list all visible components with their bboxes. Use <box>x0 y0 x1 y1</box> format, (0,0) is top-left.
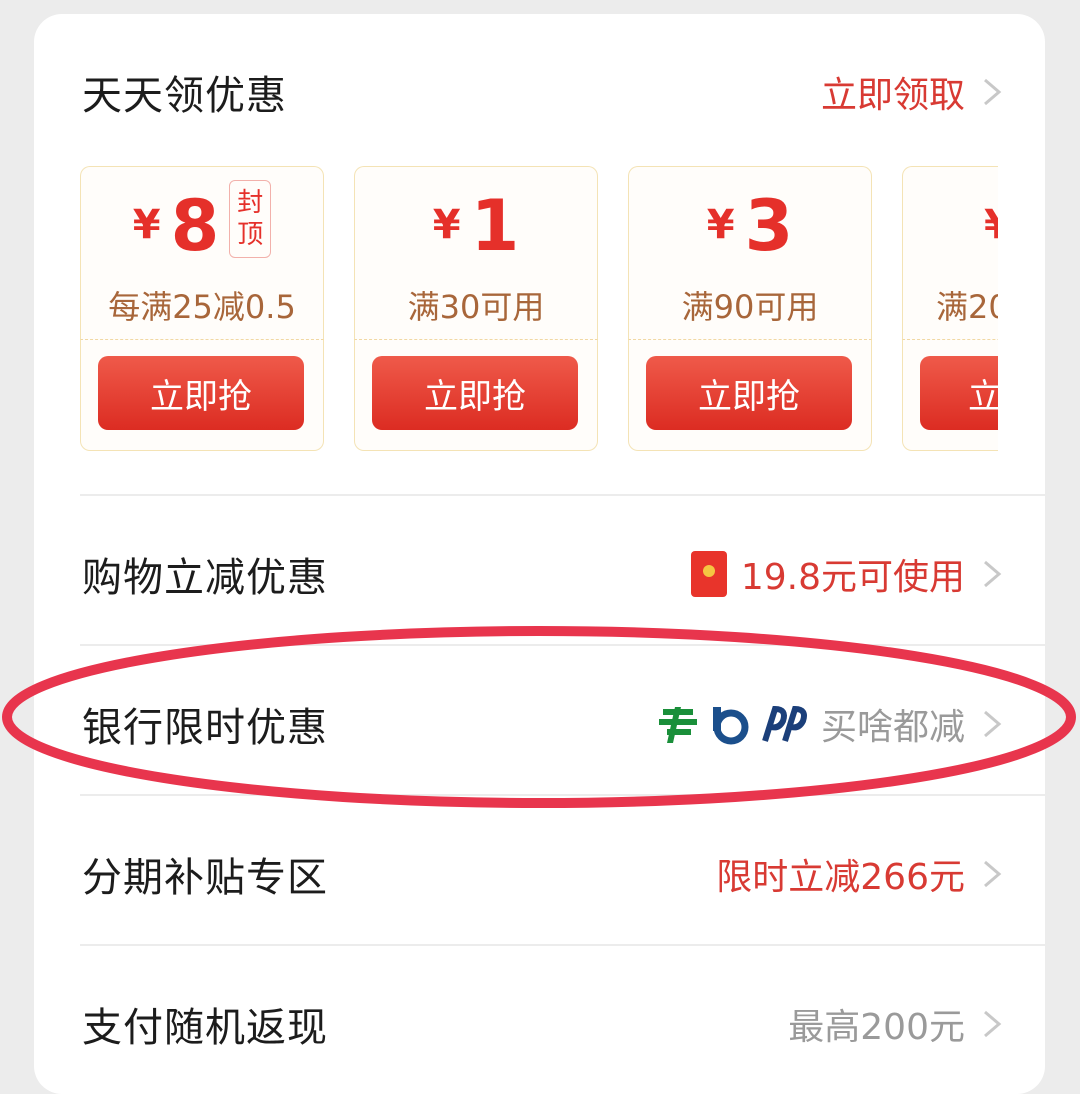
coupon-amount: ¥ 1 <box>432 185 520 267</box>
divider <box>80 644 1045 646</box>
chevron-right-icon <box>979 704 1005 744</box>
bank-of-communications-icon <box>712 707 749 745</box>
daily-offers-title: 天天领优惠 <box>82 73 287 119</box>
cap-badge: 封 顶 <box>229 180 272 258</box>
bank-offer-title: 银行限时优惠 <box>82 705 328 751</box>
payment-cashback-row[interactable]: 支付随机返现 最高200元 <box>82 974 1005 1074</box>
coupon-amount: ¥ 8 封 顶 <box>80 180 324 266</box>
chevron-right-icon <box>979 854 1005 894</box>
grab-coupon-button[interactable]: 立 <box>920 356 998 430</box>
bank-offer-row[interactable]: 银行限时优惠 买啥都减 <box>82 674 1005 774</box>
coupon-carousel[interactable]: ¥ 8 封 顶 每满25减0.5 立即抢 ¥ 1 满30可用 立即抢 ¥ 3 满… <box>80 166 998 452</box>
shopping-discount-value: 19.8元可使用 <box>740 557 965 598</box>
bank-logos <box>657 703 807 745</box>
payment-cashback-value: 最高200元 <box>788 1007 965 1048</box>
payment-cashback-title: 支付随机返现 <box>82 1005 328 1051</box>
divider <box>80 794 1045 796</box>
daily-offers-header[interactable]: 天天领优惠 立即领取 <box>82 52 1005 132</box>
divider <box>80 944 1045 946</box>
coupon-card[interactable]: ¥ 3 满90可用 立即抢 <box>628 166 872 451</box>
divider <box>80 494 1045 496</box>
bank-offer-value: 买啥都减 <box>820 707 965 748</box>
chevron-right-icon <box>979 554 1005 594</box>
coupon-condition: 满20 <box>936 288 998 326</box>
coupon-amount: ¥ 3 <box>706 185 794 267</box>
coupon-condition: 满90可用 <box>681 288 819 326</box>
coupon-condition: 每满25减0.5 <box>108 288 296 326</box>
coupon-amount: ¥ <box>984 202 998 248</box>
coupon-condition: 满30可用 <box>407 288 545 326</box>
chevron-right-icon <box>979 1004 1005 1044</box>
spdb-icon <box>762 705 807 742</box>
coupon-card[interactable]: ¥ 满20 立 <box>902 166 998 451</box>
installment-subsidy-row[interactable]: 分期补贴专区 限时立减266元 <box>82 824 1005 924</box>
grab-coupon-button[interactable]: 立即抢 <box>646 356 852 430</box>
red-envelope-icon <box>690 551 727 597</box>
grab-coupon-button[interactable]: 立即抢 <box>98 356 304 430</box>
coupon-card[interactable]: ¥ 8 封 顶 每满25减0.5 立即抢 <box>80 166 324 451</box>
offers-card: 天天领优惠 立即领取 ¥ 8 封 顶 每满25减0.5 立即抢 ¥ 1 满30可… <box>34 14 1045 1094</box>
shopping-discount-row[interactable]: 购物立减优惠 19.8元可使用 <box>82 524 1005 624</box>
chevron-right-icon <box>979 72 1005 112</box>
shopping-discount-title: 购物立减优惠 <box>82 555 328 601</box>
claim-now-link[interactable]: 立即领取 <box>821 66 965 118</box>
coupon-card[interactable]: ¥ 1 满30可用 立即抢 <box>354 166 598 451</box>
grab-coupon-button[interactable]: 立即抢 <box>372 356 578 430</box>
postal-bank-icon <box>658 707 697 743</box>
installment-subsidy-title: 分期补贴专区 <box>82 855 328 901</box>
installment-subsidy-value: 限时立减266元 <box>716 857 965 898</box>
